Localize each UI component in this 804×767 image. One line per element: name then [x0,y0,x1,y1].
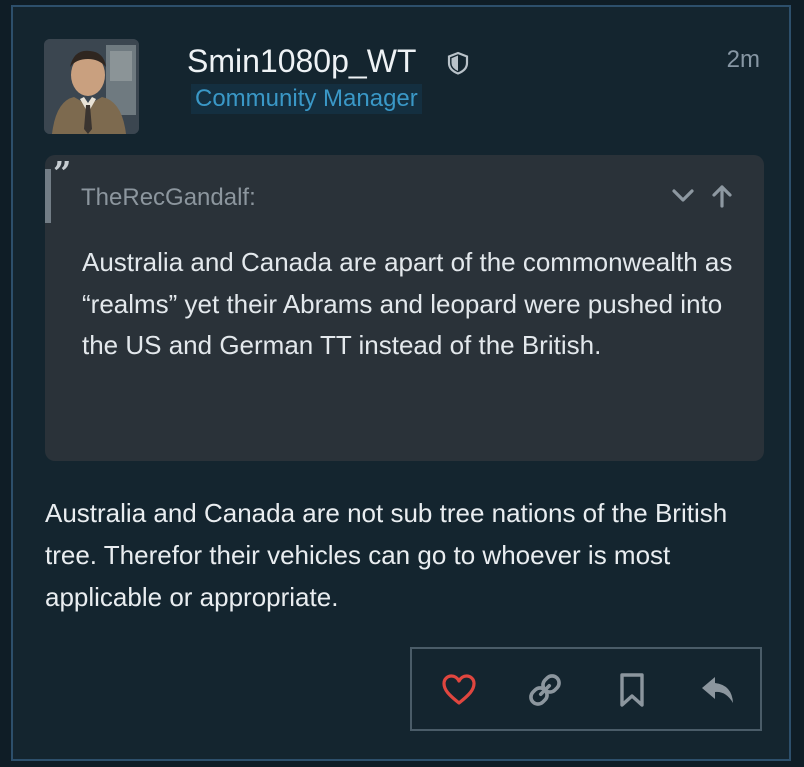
post-actions [410,647,762,731]
quote-author[interactable]: TheRecGandalf: [81,181,256,215]
chevron-down-icon[interactable] [670,183,696,209]
avatar[interactable] [44,39,139,134]
post-card: Smin1080p_WT Community Manager 2m ” TheR… [11,5,791,761]
quote-text: Australia and Canada are apart of the co… [82,247,733,360]
username[interactable]: Smin1080p_WT [187,42,416,80]
quote-icon: ” [53,154,72,192]
quote-bar [45,169,51,223]
bookmark-icon[interactable] [612,670,652,710]
quote-block: ” TheRecGandalf: Australia and Canada ar… [45,155,764,461]
shield-icon [447,51,469,75]
post-time[interactable]: 2m [727,45,760,75]
post-body: Australia and Canada are not sub tree na… [45,498,728,612]
arrow-up-icon[interactable] [709,183,735,209]
heart-icon[interactable] [439,670,479,710]
link-icon[interactable] [525,670,565,710]
role-badge: Community Manager [191,84,422,114]
reply-icon[interactable] [698,670,738,710]
